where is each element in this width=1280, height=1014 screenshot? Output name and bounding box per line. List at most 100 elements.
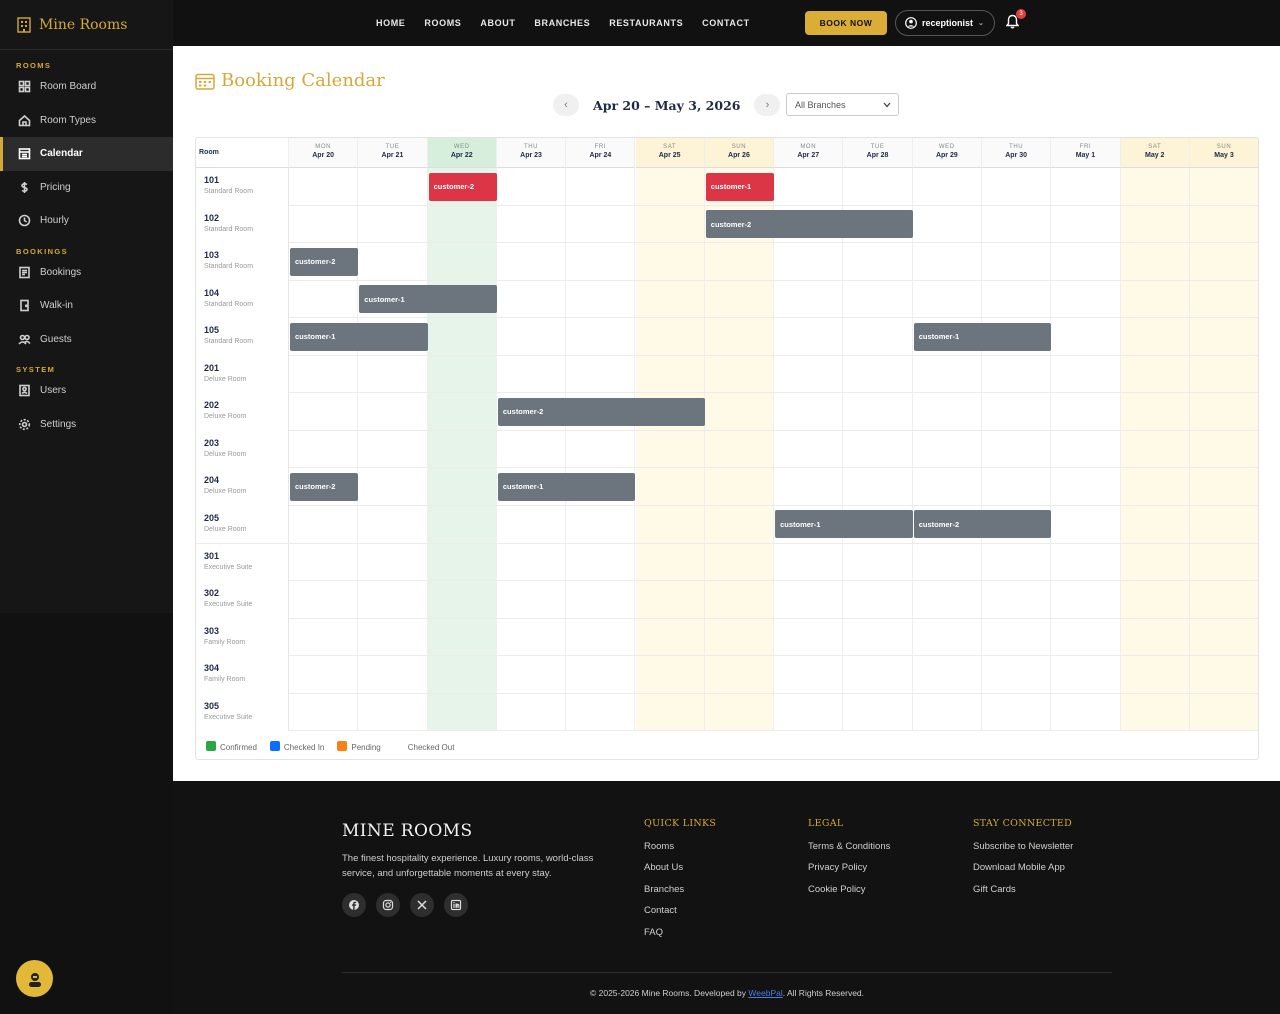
- sidebar-item-room-board[interactable]: Room Board: [0, 70, 173, 104]
- nav-link-rooms[interactable]: ROOMS: [424, 18, 461, 28]
- day-of-week: MON: [800, 144, 817, 150]
- notification-badge: 3: [1016, 9, 1026, 19]
- day-of-week: MON: [315, 144, 332, 150]
- booking-bar[interactable]: customer-1: [497, 472, 636, 501]
- day-column: [358, 168, 428, 731]
- room-cell: 104 Standard Room: [196, 280, 289, 319]
- footer-link[interactable]: Privacy Policy: [808, 862, 890, 883]
- booking-bar[interactable]: customer-2: [290, 247, 359, 276]
- day-header: THU Apr 23: [496, 138, 567, 168]
- sidebar-item-guests[interactable]: Guests: [0, 323, 173, 357]
- booking-bar[interactable]: customer-1: [775, 510, 913, 539]
- sidebar-item-bookings[interactable]: Bookings: [0, 256, 173, 290]
- room-number: 101: [204, 175, 220, 185]
- page-title-text: Booking Calendar: [221, 70, 385, 91]
- instagram-link[interactable]: [376, 893, 400, 917]
- footer-link[interactable]: FAQ: [644, 927, 716, 948]
- footer-link[interactable]: Download Mobile App: [973, 862, 1073, 883]
- social-links: [342, 893, 468, 917]
- room-cell: 304 Family Room: [196, 656, 289, 694]
- nav-links: HOME ROOMS ABOUT BRANCHES RESTAURANTS CONTACT: [376, 0, 750, 46]
- room-type: Deluxe Room: [204, 450, 247, 458]
- main-content: Booking Calendar ‹ Apr 20 – May 3, 2026 …: [173, 46, 1280, 781]
- booking-bar[interactable]: customer-2: [705, 210, 913, 239]
- room-column-header: Room: [196, 138, 289, 168]
- booking-bar[interactable]: customer-1: [913, 322, 1052, 351]
- x-icon: [417, 900, 427, 910]
- room-cell: 103 Standard Room: [196, 243, 289, 281]
- footer-link[interactable]: Branches: [644, 884, 716, 905]
- linkedin-link[interactable]: [444, 893, 468, 917]
- sidebar-item-pricing[interactable]: Pricing: [0, 171, 173, 205]
- sidebar: Mine Rooms ROOMS Room Board Room Types Cale…: [0, 0, 173, 1014]
- nav-link-restaurants[interactable]: RESTAURANTS: [609, 18, 683, 28]
- day-date: May 2: [1145, 152, 1165, 159]
- branch-select[interactable]: All Branches: [786, 93, 899, 116]
- day-date: Apr 20: [312, 152, 335, 159]
- day-date: Apr 23: [520, 152, 542, 159]
- day-column: [843, 168, 913, 731]
- booking-bar[interactable]: customer-2: [913, 510, 1052, 539]
- sidebar-item-label: Hourly: [40, 215, 69, 227]
- footer-link[interactable]: Cookie Policy: [808, 884, 890, 905]
- nav-link-contact[interactable]: CONTACT: [702, 18, 750, 28]
- booking-bar[interactable]: customer-2: [428, 172, 497, 201]
- sidebar-brand[interactable]: Mine Rooms: [0, 0, 173, 50]
- booking-bar[interactable]: customer-1: [290, 322, 428, 351]
- day-of-week: SAT: [663, 144, 677, 150]
- legend-swatch: [337, 740, 348, 751]
- booking-bar[interactable]: customer-1: [705, 172, 775, 201]
- day-date: Apr 28: [866, 152, 889, 159]
- nav-link-branches[interactable]: BRANCHES: [534, 18, 590, 28]
- sidebar-menu: ROOMS Room Board Room Types Calendar Pricing…: [0, 50, 173, 441]
- day-date: Apr 29: [935, 152, 958, 159]
- footer-link[interactable]: Gift Cards: [973, 884, 1073, 905]
- sidebar-item-calendar[interactable]: Calendar: [0, 137, 173, 171]
- room-header-label: Room: [199, 149, 219, 156]
- booking-bar[interactable]: customer-2: [497, 397, 705, 426]
- footer-link[interactable]: Terms & Conditions: [808, 841, 890, 862]
- room-number: 204: [204, 475, 220, 486]
- sidebar-item-walk-in[interactable]: Walk-in: [0, 289, 173, 323]
- room-cell: 302 Executive Suite: [196, 581, 289, 619]
- room-number: 105: [204, 325, 220, 336]
- footer-link[interactable]: Subscribe to Newsletter: [973, 841, 1073, 862]
- footer-link[interactable]: Rooms: [644, 841, 716, 862]
- book-now-button[interactable]: BOOK NOW: [805, 11, 887, 35]
- footer-column-title: STAY CONNECTED: [973, 818, 1073, 829]
- day-header: WED Apr 22: [427, 138, 497, 168]
- sidebar-item-label: Calendar: [40, 148, 83, 160]
- room-cell: 205 Deluxe Room: [196, 505, 289, 544]
- support-button[interactable]: [16, 960, 53, 997]
- day-header: FRI Apr 24: [566, 138, 636, 168]
- facebook-link[interactable]: [342, 893, 366, 917]
- day-column: [704, 168, 775, 731]
- developer-link[interactable]: WeebPal: [748, 988, 782, 998]
- row-divider: [196, 429, 1258, 431]
- sidebar-item-settings[interactable]: Settings: [0, 408, 173, 442]
- footer-column-title: QUICK LINKS: [644, 818, 717, 829]
- sidebar-item-hourly[interactable]: Hourly: [0, 204, 173, 238]
- booking-calendar-grid: Room MON Apr 20 TUE Apr 21 WED Apr 22 THU Apr 2…: [195, 137, 1259, 760]
- user-card-icon: [19, 384, 30, 397]
- footer-link[interactable]: Contact: [644, 905, 716, 926]
- sidebar-item-users[interactable]: Users: [0, 374, 173, 408]
- legend-swatch: [394, 741, 404, 751]
- room-type: Executive Suite: [204, 713, 253, 721]
- row-divider: [196, 354, 1258, 356]
- sidebar-item-room-types[interactable]: Room Types: [0, 104, 173, 138]
- nav-link-about[interactable]: ABOUT: [480, 18, 515, 28]
- room-cell: 204 Deluxe Room: [196, 468, 289, 506]
- nav-link-home[interactable]: HOME: [376, 18, 405, 28]
- booking-bar[interactable]: customer-1: [359, 285, 497, 314]
- sidebar-item-label: Room Board: [40, 81, 97, 93]
- room-type: Standard Room: [204, 338, 254, 346]
- booking-bar[interactable]: customer-2: [290, 472, 359, 501]
- prev-week-button[interactable]: ‹: [553, 94, 579, 116]
- sidebar-section-system: SYSTEM: [16, 365, 56, 374]
- footer-link[interactable]: About Us: [644, 862, 716, 883]
- next-week-button[interactable]: ›: [754, 94, 781, 116]
- x-link[interactable]: [410, 893, 434, 917]
- legend-label: Checked Out: [407, 742, 455, 752]
- user-menu[interactable]: receptionist ⌄: [895, 10, 995, 36]
